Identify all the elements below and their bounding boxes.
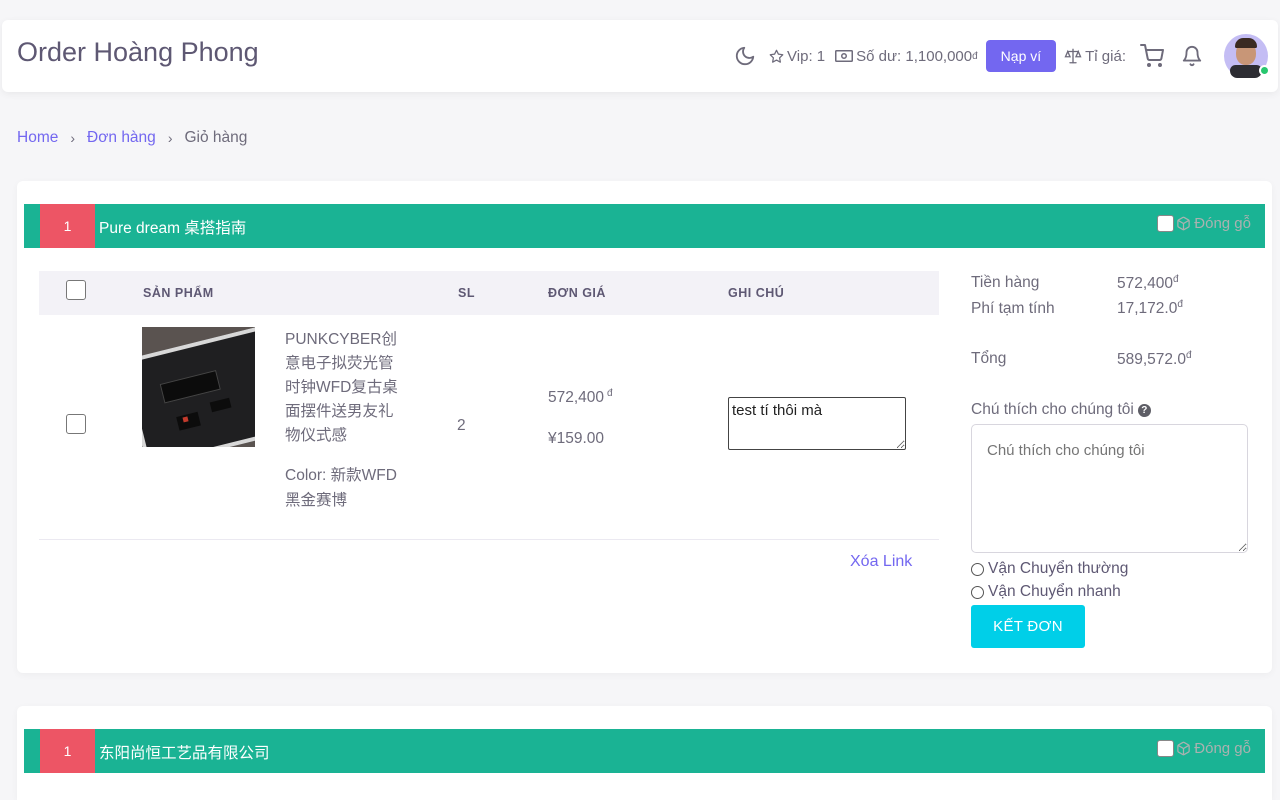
wood-packing-option[interactable]: Đóng gỗ	[1157, 740, 1251, 757]
shop-index: 1	[40, 204, 95, 248]
package-icon	[1177, 216, 1191, 231]
shipping-standard-radio[interactable]	[971, 562, 984, 576]
total-value: 589,572.0đ	[1117, 350, 1192, 369]
breadcrumb-orders[interactable]: Đơn hàng	[87, 129, 156, 147]
chevron-right-icon: ›	[70, 130, 76, 146]
shop-header: 1 Pure dream 桌搭指南 Đóng gỗ	[24, 204, 1265, 248]
bell-icon	[1182, 46, 1202, 67]
shop-name[interactable]: Pure dream 桌搭指南	[99, 216, 246, 238]
total-label: Tổng	[971, 350, 1007, 367]
avatar-hair	[1235, 38, 1257, 48]
fee-label: Phí tạm tính	[971, 300, 1055, 317]
wallet-balance: Số dư: 1,100,000 đ	[835, 48, 978, 65]
shop-index: 1	[40, 729, 95, 773]
cart-button[interactable]	[1140, 44, 1167, 68]
chevron-right-icon: ›	[167, 130, 173, 146]
table-header: SẢN PHẨM SL ĐƠN GIÁ GHI CHÚ	[39, 271, 939, 315]
help-icon[interactable]: ?	[1137, 403, 1151, 417]
shipping-express-radio[interactable]	[971, 585, 984, 599]
currency-symbol: đ	[1173, 274, 1179, 285]
price-vnd-symbol: đ	[607, 388, 613, 399]
balance-currency: đ	[972, 50, 978, 62]
col-qty: SL	[458, 286, 475, 300]
col-unit-price: ĐƠN GIÁ	[548, 286, 606, 300]
shipping-express-option[interactable]: Vận Chuyển nhanh	[971, 583, 1121, 601]
fee-value: 17,172.0đ	[1117, 299, 1183, 318]
navbar: Order Hoàng Phong Vip: 1 Số dư: 1,100,00…	[2, 20, 1278, 92]
dark-mode-toggle[interactable]	[734, 45, 759, 67]
exchange-rate: Tỉ giá:	[1064, 47, 1126, 65]
price-vnd-value: 572,400	[548, 389, 605, 407]
item-checkbox[interactable]	[66, 414, 86, 434]
currency-symbol: đ	[1185, 350, 1192, 361]
remove-link[interactable]: Xóa Link	[850, 553, 912, 571]
moon-icon	[735, 46, 755, 66]
product-qty: 2	[457, 417, 466, 434]
product-attributes: Color: 新款WFD黑金赛博	[285, 467, 397, 509]
currency-symbol: đ	[1177, 299, 1183, 310]
total-amount: 589,572.0	[1117, 351, 1186, 369]
shipping-standard-label: Vận Chuyển thường	[988, 560, 1129, 577]
breadcrumb-home[interactable]: Home	[17, 129, 58, 147]
breadcrumb-current: Giỏ hàng	[184, 129, 248, 146]
checkout-button[interactable]: KẾT ĐƠN	[971, 605, 1085, 648]
goods-amount: 572,400	[1117, 275, 1174, 293]
comment-input[interactable]	[971, 424, 1248, 553]
shipping-standard-option[interactable]: Vận Chuyển thường	[971, 560, 1128, 578]
shipping-express-label: Vận Chuyển nhanh	[988, 583, 1121, 600]
user-avatar[interactable]	[1224, 34, 1270, 78]
notifications-button[interactable]	[1181, 45, 1206, 67]
product-price-cny: ¥159.00	[548, 430, 605, 447]
shop-card: 1 东阳尚恒工艺品有限公司 Đóng gỗ	[17, 706, 1272, 800]
star-icon	[769, 49, 784, 63]
wood-packing-label: Đóng gỗ	[1194, 740, 1251, 757]
col-note: GHI CHÚ	[728, 286, 785, 300]
comment-label-text: Chú thích cho chúng tôi	[971, 401, 1134, 418]
package-icon	[1177, 741, 1191, 756]
wood-packing-checkbox[interactable]	[1157, 215, 1175, 232]
select-all-checkbox[interactable]	[66, 280, 86, 300]
balance-text: Số dư: 1,100,000	[856, 47, 973, 65]
brand-title[interactable]: Order Hoàng Phong	[17, 37, 259, 68]
shop-card: 1 Pure dream 桌搭指南 Đóng gỗ SẢN PHẨM SL ĐƠ…	[17, 181, 1272, 673]
product-price-vnd: 572,400 đ	[548, 388, 613, 407]
product-title[interactable]: PUNKCYBER创意电子拟荧光管时钟WFD复古桌面摆件送男友礼物仪式感	[285, 328, 401, 448]
cart-icon	[1140, 44, 1164, 67]
breadcrumb: Home › Đơn hàng › Giỏ hàng	[17, 129, 247, 147]
topup-button[interactable]: Nạp ví	[985, 40, 1057, 72]
col-product: SẢN PHẨM	[143, 286, 214, 300]
scale-icon	[1064, 48, 1082, 64]
wood-packing-label: Đóng gỗ	[1194, 215, 1251, 232]
wood-packing-option[interactable]: Đóng gỗ	[1157, 215, 1251, 232]
fee-amount: 17,172.0	[1117, 300, 1178, 318]
product-image[interactable]	[142, 327, 255, 447]
vip-text: Vip: 1	[787, 47, 826, 65]
box-slot	[159, 370, 221, 404]
wood-packing-checkbox[interactable]	[1157, 740, 1175, 757]
divider	[39, 539, 939, 540]
item-note-input[interactable]: test tí thôi mà	[728, 397, 906, 450]
shop-name[interactable]: 东阳尚恒工艺品有限公司	[99, 741, 270, 763]
money-icon	[835, 50, 854, 62]
vip-level: Vip: 1	[769, 48, 825, 65]
navbar-actions: Vip: 1 Số dư: 1,100,000 đ Nạp ví Tỉ giá:	[724, 20, 1270, 92]
avatar-body	[1230, 65, 1262, 78]
exchange-rate-label: Tỉ giá:	[1085, 47, 1126, 65]
product-box	[142, 327, 255, 447]
goods-label: Tiền hàng	[971, 274, 1040, 291]
goods-value: 572,400đ	[1117, 274, 1179, 293]
shop-header: 1 东阳尚恒工艺品有限公司 Đóng gỗ	[24, 729, 1265, 773]
comment-label: Chú thích cho chúng tôi ?	[971, 401, 1151, 419]
online-status-dot	[1259, 65, 1270, 76]
box-slot	[209, 397, 232, 413]
